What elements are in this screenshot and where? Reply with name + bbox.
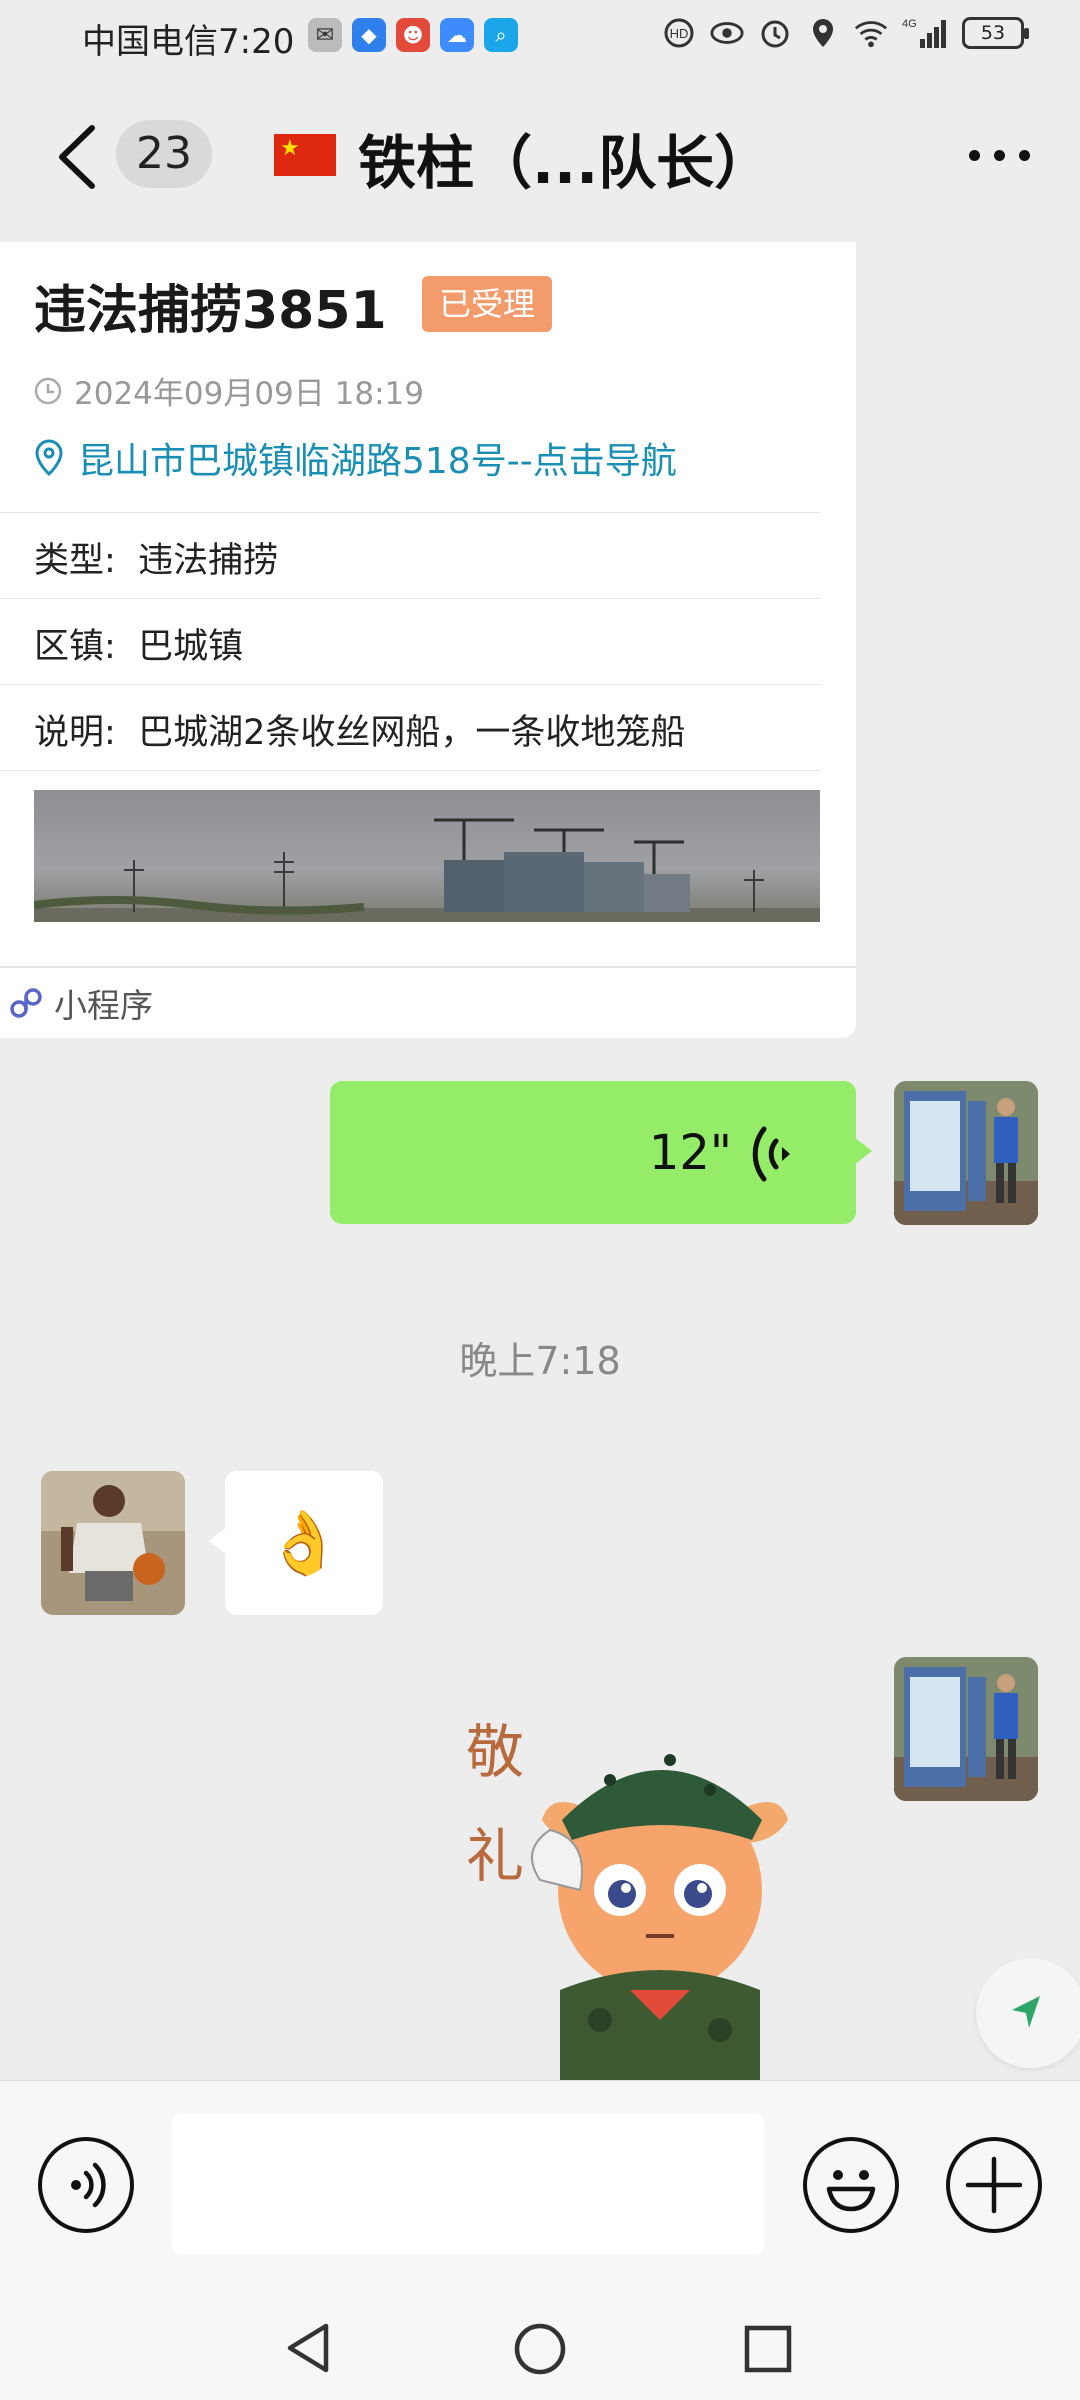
clock-icon — [34, 377, 62, 404]
message-input[interactable] — [172, 2113, 764, 2255]
voice-wave-icon — [752, 1126, 790, 1182]
row-label: 区镇: — [34, 627, 116, 667]
row-label: 类型: — [34, 541, 116, 581]
card-time-row: 2024年09月09日 18:19 — [34, 368, 424, 413]
row-value: 违法捕捞 — [138, 541, 279, 581]
unread-count-badge[interactable]: 23 — [116, 120, 212, 188]
voice-duration: 12" — [648, 1125, 732, 1181]
navigate-link[interactable]: 昆山市巴城镇临湖路518号--点击导航 — [34, 432, 677, 484]
divider — [0, 684, 820, 685]
battery-indicator: 53 — [962, 17, 1029, 49]
eye-icon — [710, 16, 744, 50]
ok-hand-emoji: 👌 — [265, 1506, 343, 1579]
location-pin-icon — [35, 439, 63, 477]
svg-text:HD: HD — [670, 26, 689, 41]
voice-message-bubble[interactable]: 12" — [330, 1081, 872, 1224]
signal-icon: 4G — [902, 16, 948, 50]
status-badge: 已受理 — [422, 276, 552, 332]
alarm-icon — [758, 16, 792, 50]
cloud-notif-icon: ☁ — [440, 18, 474, 52]
emoji-smile-icon — [826, 2170, 876, 2212]
card-footer: 小程序 — [0, 966, 856, 1038]
app-notif-icon: ☻ — [396, 18, 430, 52]
voice-input-icon — [71, 2162, 106, 2208]
chat-title: 铁柱（...队长） — [358, 129, 773, 197]
message-timestamp: 晚上7:18 — [459, 1339, 621, 1383]
navigation-arrow-icon — [1012, 1996, 1040, 2028]
more-button[interactable] — [969, 150, 1030, 161]
card-row-description: 说明: 巴城湖2条收丝网船，一条收地笼船 — [34, 704, 685, 755]
network-type-text: 4G — [902, 18, 917, 30]
mini-program-label: 小程序 — [54, 986, 153, 1025]
divider — [0, 770, 820, 771]
row-value: 巴城湖2条收丝网船，一条收地笼船 — [138, 713, 686, 753]
row-value: 巴城镇 — [138, 627, 244, 667]
system-icons: HD 4G 53 — [662, 16, 1029, 50]
row-label: 说明: — [34, 713, 116, 753]
notification-icons: ✉ ◆ ☻ ☁ ⌕ — [308, 18, 518, 52]
divider — [0, 512, 820, 513]
shield-notif-icon: ◆ — [352, 18, 386, 52]
wechat-notif-icon: ✉ — [308, 18, 342, 52]
nav-home-icon[interactable] — [513, 2322, 567, 2376]
my-avatar[interactable] — [894, 1081, 1038, 1225]
nav-recents-icon[interactable] — [743, 2324, 793, 2374]
input-bar — [0, 2080, 1080, 2290]
plus-button[interactable] — [946, 2137, 1042, 2233]
contact-avatar[interactable] — [41, 1471, 185, 1615]
china-flag-icon: ★ — [274, 134, 336, 176]
emoji-message-bubble[interactable]: 👌 — [209, 1471, 383, 1615]
mini-program-icon — [10, 988, 42, 1018]
status-bar: 中国电信7:20 ✉ ◆ ☻ ☁ ⌕ HD 4G 53 — [0, 0, 1080, 72]
search-notif-icon: ⌕ — [484, 18, 518, 52]
salute-sticker[interactable] — [450, 1690, 830, 2080]
card-time: 2024年09月09日 18:19 — [74, 376, 424, 412]
nav-back-icon[interactable] — [282, 2320, 334, 2376]
location-icon — [806, 16, 840, 50]
card-photo — [34, 790, 820, 922]
card-title: 违法捕捞3851 — [34, 281, 387, 341]
back-arrow-icon[interactable] — [52, 124, 100, 190]
mini-program-card[interactable]: 违法捕捞3851 已受理 2024年09月09日 18:19 昆山市巴城镇临湖路… — [0, 242, 856, 1038]
hd-icon: HD — [662, 16, 696, 50]
scroll-location-button[interactable] — [976, 1958, 1080, 2068]
divider — [0, 598, 820, 599]
my-avatar[interactable] — [894, 1657, 1038, 1801]
emoji-button[interactable] — [803, 2137, 899, 2233]
card-address: 昆山市巴城镇临湖路518号--点击导航 — [78, 441, 677, 482]
chat-header: 23 ★ 铁柱（...队长） — [0, 72, 1080, 242]
plus-icon — [965, 2156, 1023, 2214]
wifi-icon — [854, 16, 888, 50]
card-row-district: 区镇: 巴城镇 — [34, 618, 243, 669]
card-row-type: 类型: 违法捕捞 — [34, 532, 278, 583]
voice-input-button[interactable] — [38, 2137, 134, 2233]
carrier-time: 中国电信7:20 — [82, 22, 295, 62]
system-navigation — [0, 2290, 1080, 2400]
